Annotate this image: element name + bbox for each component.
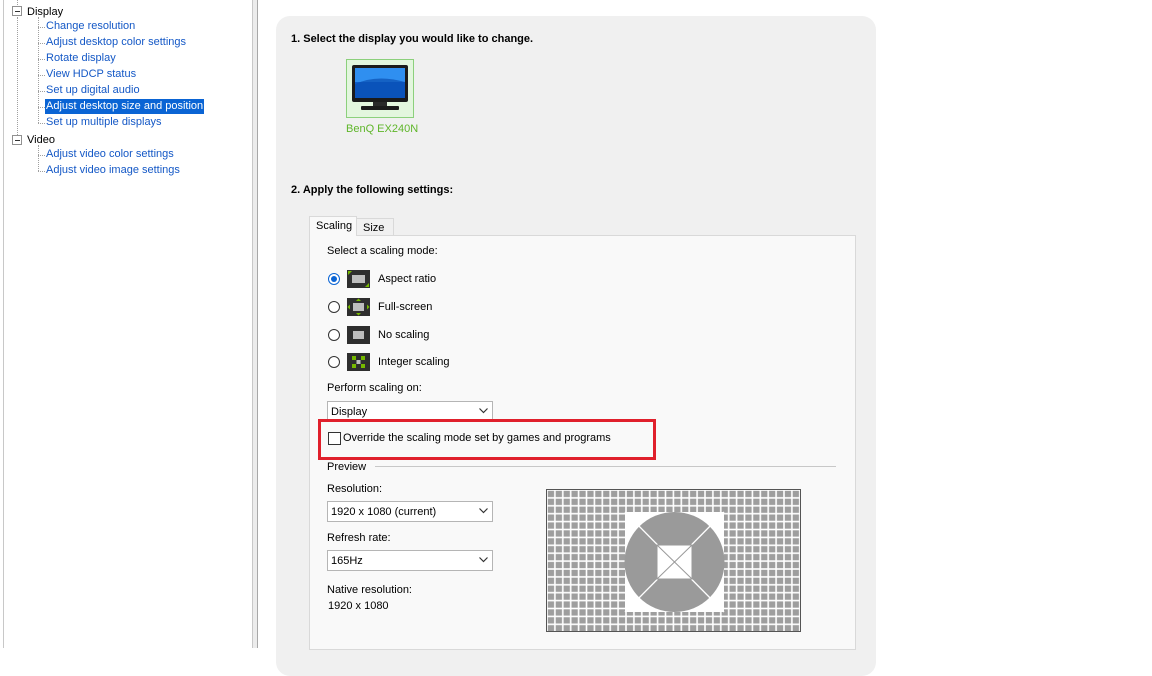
full-screen-label[interactable]: Full-screen <box>378 301 432 313</box>
chevron-down-icon <box>479 408 488 414</box>
refresh-rate-dropdown[interactable]: 165Hz <box>327 550 493 571</box>
resolution-value: 1920 x 1080 (current) <box>331 506 437 518</box>
tree-connector <box>38 155 45 156</box>
perform-scaling-label: Perform scaling on: <box>327 382 422 394</box>
tree-border <box>3 0 4 648</box>
tab-scaling[interactable]: Scaling <box>309 216 357 236</box>
no-scaling-label[interactable]: No scaling <box>378 329 429 341</box>
navigation-tree: Display Change resolution Adjust desktop… <box>0 0 254 648</box>
integer-scaling-icon <box>347 353 370 371</box>
nav-change-resolution[interactable]: Change resolution <box>45 19 136 34</box>
integer-scaling-label[interactable]: Integer scaling <box>378 356 450 368</box>
tree-connector <box>38 59 45 60</box>
perform-scaling-value: Display <box>331 406 368 418</box>
radio-integer-scaling[interactable] <box>328 356 340 368</box>
tree-connector <box>38 43 45 44</box>
refresh-rate-label: Refresh rate: <box>327 532 391 544</box>
preview-group-title: Preview <box>327 461 367 473</box>
collapse-display-icon[interactable] <box>12 6 22 16</box>
tree-connector <box>38 75 45 76</box>
radio-full-screen[interactable] <box>328 301 340 313</box>
nav-rotate-display[interactable]: Rotate display <box>45 51 117 66</box>
no-scaling-icon <box>347 326 370 344</box>
nav-set-up-digital-audio[interactable]: Set up digital audio <box>45 83 141 98</box>
nav-adjust-video-image[interactable]: Adjust video image settings <box>45 163 181 178</box>
monitor-icon <box>352 65 408 110</box>
tree-connector <box>38 91 45 92</box>
tree-connector <box>17 17 18 135</box>
step2-title: 2. Apply the following settings: <box>291 184 454 196</box>
chevron-down-icon <box>479 557 488 563</box>
tree-connector <box>38 107 45 108</box>
scaling-mode-heading: Select a scaling mode: <box>327 245 438 257</box>
tree-connector <box>38 145 39 171</box>
aspect-ratio-icon <box>347 270 370 288</box>
aspect-ratio-label[interactable]: Aspect ratio <box>378 273 436 285</box>
resolution-label: Resolution: <box>327 483 383 495</box>
nav-adjust-desktop-size-position[interactable]: Adjust desktop size and position <box>45 99 204 114</box>
test-pattern-image <box>547 490 800 631</box>
display-name-label[interactable]: BenQ EX240N <box>346 123 418 135</box>
nav-view-hdcp-status[interactable]: View HDCP status <box>45 67 137 82</box>
collapse-video-icon[interactable] <box>12 135 22 145</box>
native-resolution-value: 1920 x 1080 <box>328 600 389 612</box>
radio-aspect-ratio[interactable] <box>328 273 340 285</box>
step1-title: 1. Select the display you would like to … <box>291 33 534 45</box>
radio-no-scaling[interactable] <box>328 329 340 341</box>
highlight-annotation-box <box>318 419 656 460</box>
tree-category-display[interactable]: Display <box>27 5 63 19</box>
tab-size[interactable]: Size <box>356 218 394 236</box>
full-screen-icon <box>347 298 370 316</box>
tree-category-video[interactable]: Video <box>27 133 55 147</box>
native-resolution-label: Native resolution: <box>327 584 412 596</box>
nav-set-up-multiple-displays[interactable]: Set up multiple displays <box>45 115 163 130</box>
preview-divider <box>375 466 836 467</box>
refresh-rate-value: 165Hz <box>331 555 363 567</box>
tree-connector <box>38 171 45 172</box>
tree-connector <box>38 27 45 28</box>
display-selector-tile[interactable] <box>346 59 414 118</box>
pane-divider <box>257 0 258 648</box>
tree-connector <box>38 123 45 124</box>
nav-adjust-desktop-color[interactable]: Adjust desktop color settings <box>45 35 187 50</box>
scaling-preview-image <box>546 489 801 632</box>
resolution-dropdown[interactable]: 1920 x 1080 (current) <box>327 501 493 522</box>
nav-adjust-video-color[interactable]: Adjust video color settings <box>45 147 175 162</box>
chevron-down-icon <box>479 508 488 514</box>
